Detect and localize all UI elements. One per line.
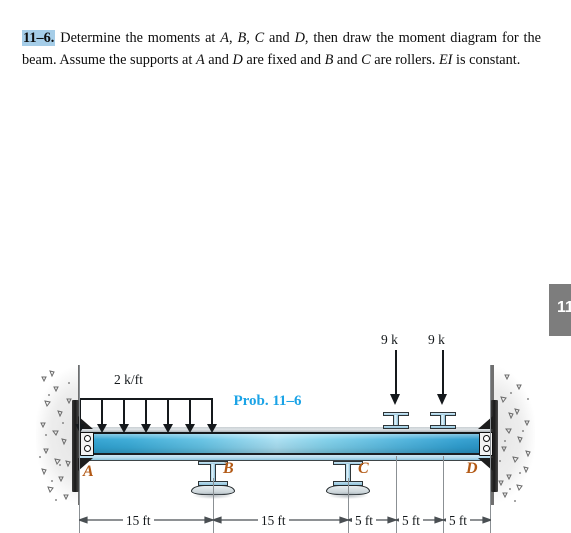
bolt-connection-a [80,432,94,456]
punct: and [264,30,295,46]
distributed-load-label: 2 k/ft [114,372,143,387]
extension-line-d [490,365,492,533]
beam-bottom-line [79,460,491,462]
spreader-bottom-flange [383,425,409,429]
beam-web-shading [79,434,491,454]
bolt-icon [482,435,490,443]
problem-text-segment: is constant. [452,51,521,68]
bolt-icon [83,444,91,452]
dimension-label-2: 15 ft [258,513,289,529]
bolt-icon [83,435,91,443]
support-label-a: A [83,463,94,480]
problem-number: 11–6. [22,30,56,46]
symbol-c2: C [361,51,371,68]
extension-line-a [79,365,81,533]
dimension-label-1: 15 ft [123,513,154,529]
caption-text: Prob. 11–6 [233,393,302,409]
fixed-support-plate-a [72,400,79,492]
load-spreader-1 [383,412,409,429]
punct: , [246,30,255,46]
point-load-label-2: 9 k [428,332,445,347]
figure-caption: Prob. 11–6 [0,393,571,410]
symbol-ei: EI [438,51,453,68]
dimension-label-3: 5 ft [352,513,376,529]
arrow-shaft [395,350,398,398]
symbol-b2: B [324,51,334,68]
problem-text-segment: Determine the moments at [60,30,221,46]
problem-statement: 11–6. Determine the moments at A, B, C a… [22,28,541,71]
problem-text-segment: are fixed and [242,51,325,68]
symbol-d2: D [232,51,243,68]
beam-diagram: A B C D 2 k/ft 9 k 9 k 15 ft 15 ft 5 ft … [0,160,571,533]
dimension-label-4: 5 ft [399,513,423,529]
chapter-tab: 11 [549,284,571,336]
bolt-icon [482,444,490,452]
dimension-label-5: 5 ft [446,513,470,529]
symbol-a2: A [195,51,205,68]
symbol-d: D [294,30,305,46]
problem-text-segment: are rollers. [370,51,439,68]
chapter-number: 11 [557,299,571,316]
support-label-b: B [223,460,234,477]
spreader-bottom-flange [430,425,456,429]
support-label-c: C [358,460,369,477]
symbol-a: A [220,30,229,46]
symbol-b: B [237,30,247,46]
point-load-label-1: 9 k [381,332,398,347]
load-spreader-2 [430,412,456,429]
arrow-shaft [442,350,445,398]
punct: and [204,51,233,68]
symbol-c: C [254,30,265,46]
punct: and [333,51,362,68]
support-label-d: D [466,460,478,477]
